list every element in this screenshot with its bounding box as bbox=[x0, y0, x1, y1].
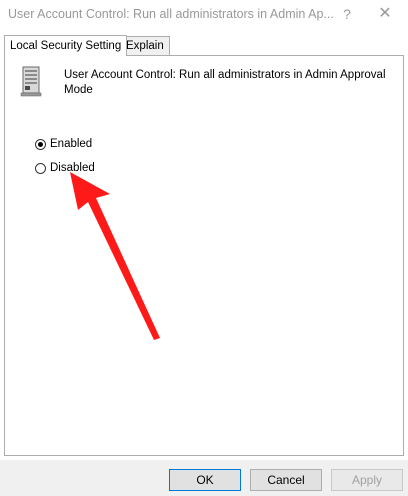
window-title: User Account Control: Run all administra… bbox=[8, 7, 334, 21]
tab-explain[interactable]: Explain bbox=[120, 36, 170, 55]
apply-button[interactable]: Apply bbox=[331, 469, 403, 491]
tab-local-security-setting[interactable]: Local Security Setting bbox=[4, 35, 128, 56]
settings-panel: User Account Control: Run all administra… bbox=[4, 55, 404, 456]
button-bar: OK Cancel Apply bbox=[0, 460, 408, 496]
radio-disabled[interactable] bbox=[35, 162, 46, 174]
title-bar: User Account Control: Run all administra… bbox=[0, 0, 408, 30]
ok-button[interactable]: OK bbox=[169, 469, 241, 491]
red-arrow-icon bbox=[70, 172, 160, 340]
help-icon[interactable]: ? bbox=[338, 5, 356, 23]
policy-title: User Account Control: Run all administra… bbox=[64, 69, 386, 96]
option-enabled-label: Enabled bbox=[50, 138, 93, 150]
radio-enabled[interactable] bbox=[35, 138, 46, 150]
option-enabled[interactable]: Enabled bbox=[35, 136, 92, 152]
close-icon[interactable]: ✕ bbox=[374, 4, 396, 24]
cancel-button[interactable]: Cancel bbox=[250, 469, 322, 491]
server-policy-icon bbox=[20, 66, 42, 97]
